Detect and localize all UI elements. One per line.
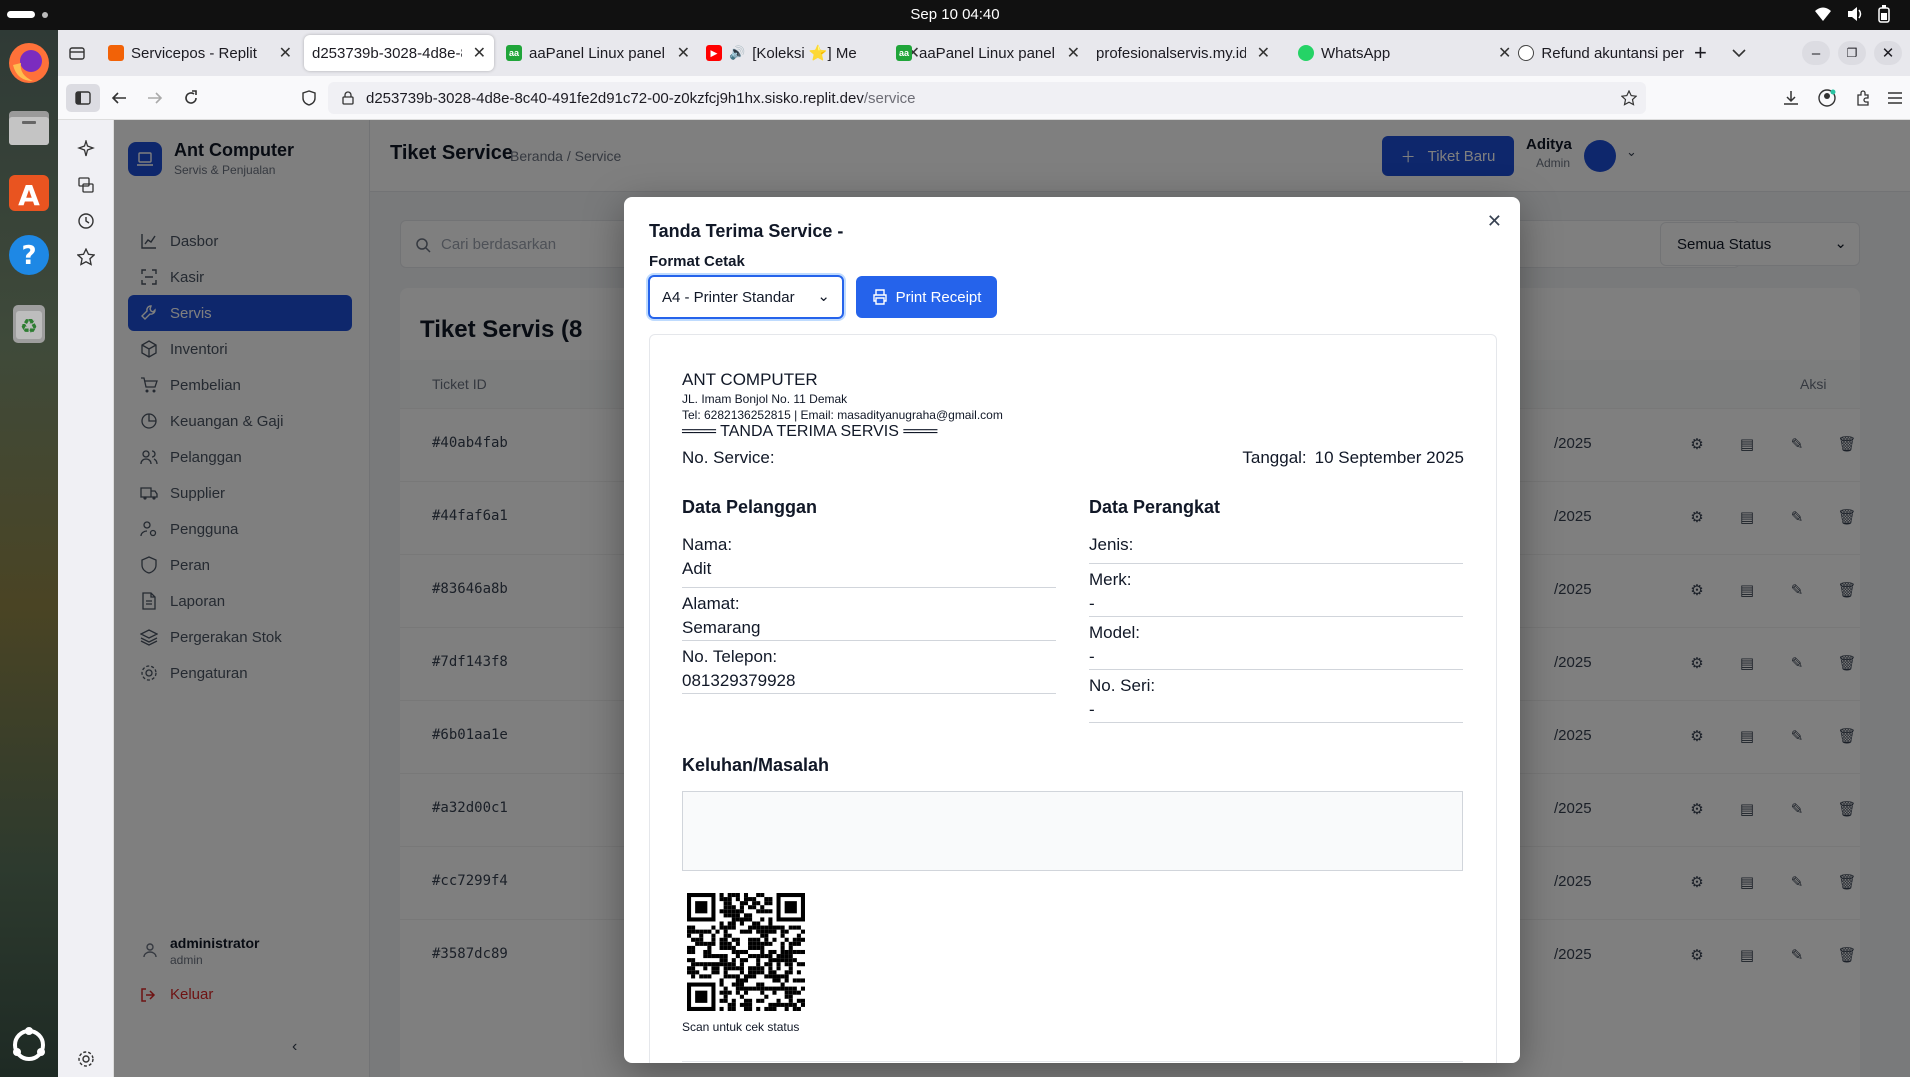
no-service-label: No. Service: <box>682 448 775 467</box>
firefox-window: Servicepos - Replit ✕ d253739b-3028-4d8e-… <box>58 30 1910 1077</box>
help-icon[interactable]: ? <box>4 230 54 280</box>
address-bar[interactable]: d253739b-3028-4d8e-8c40-491fe2d91c72-00-… <box>328 82 1646 114</box>
tab-overview-icon[interactable] <box>66 42 88 64</box>
downloads-icon[interactable] <box>1780 87 1802 109</box>
receipt-modal: Tanda Terima Service - ✕ Format Cetak A4… <box>624 197 1520 1063</box>
complaint-box <box>682 791 1463 871</box>
close-tab-icon[interactable]: ✕ <box>1067 43 1080 63</box>
device-brand-field: Merk: - <box>1089 564 1463 617</box>
receipt-heading: ═══ TANDA TERIMA SERVIS ═══ <box>682 423 938 440</box>
system-tray[interactable] <box>1814 5 1890 23</box>
sidebar-toggle-icon[interactable] <box>66 84 100 112</box>
receipt-preview: ANT COMPUTER JL. Imam Bonjol No. 11 Dema… <box>649 334 1497 1063</box>
device-type-field: Jenis: <box>1089 535 1463 564</box>
system-clock[interactable]: Sep 10 04:40 <box>0 6 1910 23</box>
synced-tabs-icon[interactable] <box>75 174 97 196</box>
tab-whatsapp[interactable]: WhatsApp <box>1290 35 1490 71</box>
whatsapp-icon <box>1298 45 1314 61</box>
ubuntu-dock: A ? ♻ <box>0 30 58 1077</box>
minimize-button[interactable]: – <box>1802 41 1830 65</box>
reload-icon[interactable] <box>180 87 202 109</box>
restore-button[interactable]: ❐ <box>1838 41 1866 65</box>
receipt-date: Tanggal: 10 September 2025 <box>1242 448 1464 467</box>
firefox-icon[interactable] <box>4 38 54 88</box>
tab-profesionalservis[interactable]: profesionalservis.my.id | ✕ <box>1088 35 1278 71</box>
youtube-icon: ▶ <box>706 45 722 61</box>
tab-replit-dev[interactable]: d253739b-3028-4d8e-8c ✕ <box>304 35 494 71</box>
menu-icon[interactable] <box>1884 87 1906 109</box>
close-tab-icon[interactable]: ✕ <box>677 43 690 63</box>
replit-icon <box>108 45 124 61</box>
company-address: JL. Imam Bonjol No. 11 Demak <box>682 392 848 406</box>
new-tab-button[interactable]: + <box>1686 35 1714 71</box>
audio-playing-icon[interactable]: 🔊 <box>729 45 745 61</box>
tab-list-chevron-icon[interactable] <box>1724 35 1754 71</box>
close-tab-icon[interactable]: ✕ <box>1498 43 1511 63</box>
url-host: d253739b-3028-4d8e-8c40-491fe2d91c72-00-… <box>366 89 864 107</box>
ai-chatbot-icon[interactable] <box>75 138 97 160</box>
shield-icon[interactable] <box>298 87 320 109</box>
customer-phone-field: No. Telepon: 081329379928 <box>682 641 1056 694</box>
show-apps-icon[interactable] <box>4 1020 54 1070</box>
lock-icon <box>342 91 354 105</box>
device-model-field: Model: - <box>1089 617 1463 670</box>
forward-icon[interactable] <box>144 87 166 109</box>
sidebar-settings-gear-icon[interactable] <box>75 1048 97 1070</box>
company-contact: Tel: 6282136252815 | Email: masadityanug… <box>682 408 1003 422</box>
openai-icon <box>1518 45 1535 61</box>
tab-bar: Servicepos - Replit ✕ d253739b-3028-4d8e-… <box>58 30 1910 76</box>
files-icon[interactable] <box>4 102 54 152</box>
qr-code <box>687 893 805 1011</box>
bookmarks-star-icon[interactable] <box>75 246 97 268</box>
app-center-icon[interactable]: A <box>4 166 54 216</box>
close-icon[interactable]: ✕ <box>1487 211 1502 232</box>
customer-address-field: Alamat: Semarang <box>682 588 1056 641</box>
close-tab-icon[interactable]: ✕ <box>279 43 292 63</box>
wifi-icon <box>1815 7 1831 21</box>
close-tab-icon[interactable]: ✕ <box>1257 43 1270 63</box>
url-path: /service <box>863 89 916 107</box>
browser-sidebar <box>58 120 114 1077</box>
divider <box>682 1061 1463 1062</box>
extensions-icon[interactable] <box>1852 87 1874 109</box>
format-select[interactable]: A4 - Printer Standar ⌄ <box>648 275 844 319</box>
aapanel-icon: aa <box>896 45 912 61</box>
tab-servicepos[interactable]: Servicepos - Replit ✕ <box>100 35 300 71</box>
tab-refund[interactable]: ✕ Refund akuntansi per <box>1490 35 1710 71</box>
account-icon[interactable] <box>1816 87 1838 109</box>
history-clock-icon[interactable] <box>75 210 97 232</box>
system-top-bar: Sep 10 04:40 <box>0 0 1910 30</box>
svg-text:A: A <box>18 179 40 212</box>
aapanel-icon: aa <box>506 45 522 61</box>
battery-icon <box>1878 5 1890 23</box>
chevron-down-icon: ⌄ <box>817 288 830 305</box>
close-window-button[interactable]: ✕ <box>1874 41 1902 65</box>
format-label: Format Cetak <box>649 253 745 270</box>
trash-icon[interactable]: ♻ <box>4 298 54 348</box>
web-page: Ant Computer Servis & Penjualan Dasbor K… <box>114 120 1910 1077</box>
modal-title: Tanda Terima Service - <box>649 221 844 241</box>
customer-name-field: Nama: Adit <box>682 535 1056 588</box>
device-serial-field: No. Seri: - <box>1089 670 1463 723</box>
volume-icon <box>1848 7 1862 21</box>
device-section-title: Data Perangkat <box>1089 497 1221 517</box>
svg-text:♻: ♻ <box>20 316 38 338</box>
qr-caption: Scan untuk cek status <box>682 1020 800 1034</box>
complaint-section-title: Keluhan/Masalah <box>682 755 830 775</box>
back-icon[interactable] <box>108 87 130 109</box>
svg-text:?: ? <box>21 241 36 271</box>
close-tab-icon[interactable]: ✕ <box>473 43 486 63</box>
tab-aapanel[interactable]: aa aaPanel Linux panel ✕ <box>498 35 698 71</box>
customer-section-title: Data Pelanggan <box>682 497 818 517</box>
tab-aapanel-2[interactable]: aa aaPanel Linux panel ✕ <box>888 35 1088 71</box>
print-receipt-button[interactable]: Print Receipt <box>856 276 997 318</box>
navigation-toolbar: d253739b-3028-4d8e-8c40-491fe2d91c72-00-… <box>58 76 1910 120</box>
company-name: ANT COMPUTER <box>682 370 818 389</box>
bookmark-star-icon[interactable] <box>1618 87 1640 109</box>
printer-icon <box>872 289 887 305</box>
